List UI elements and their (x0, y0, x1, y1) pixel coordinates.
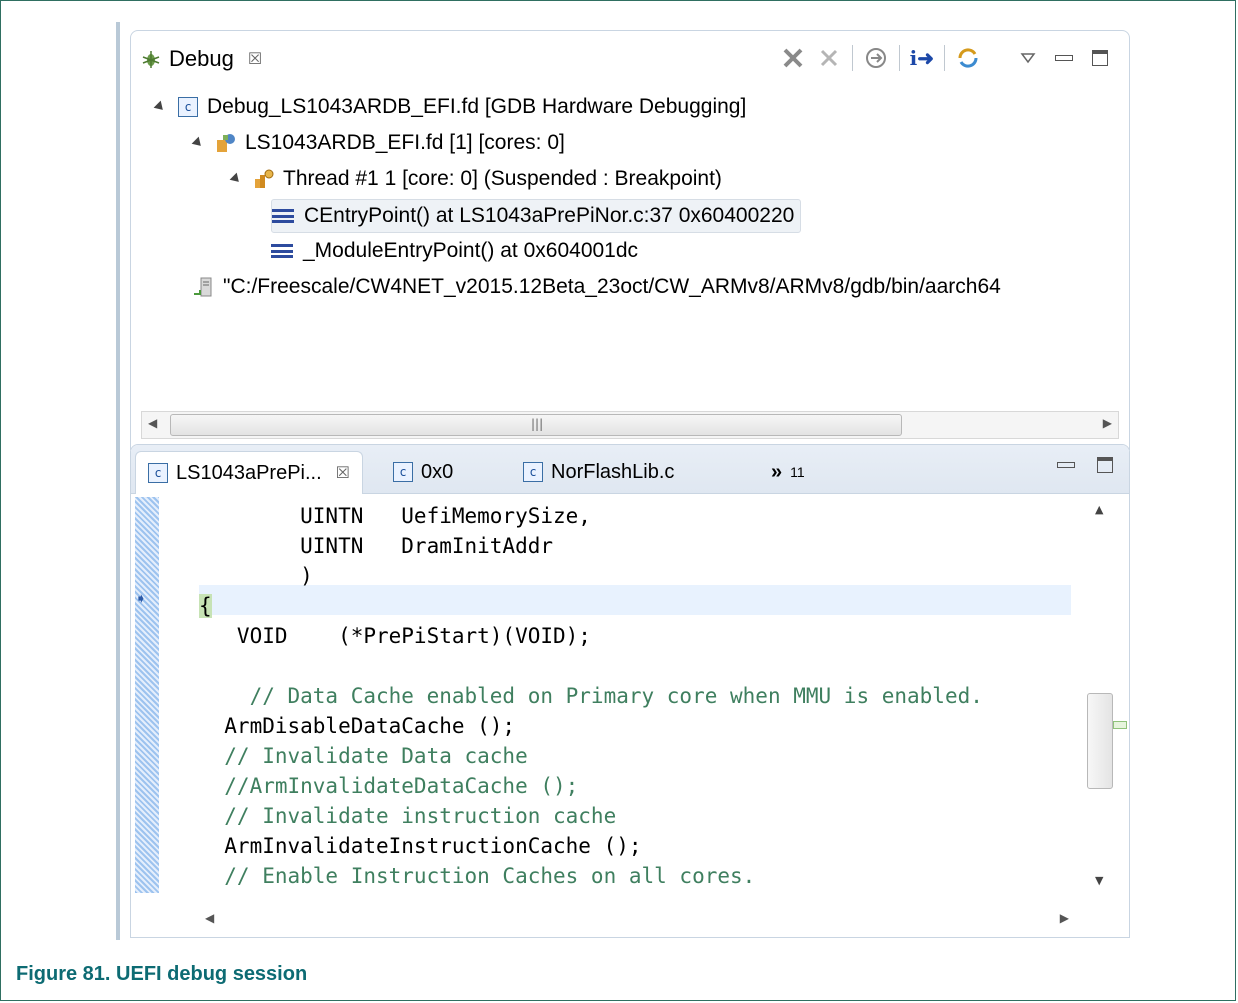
editor-horizontal-scrollbar[interactable]: ◀ ▶ (199, 907, 1075, 929)
code-line: VOID (*PrePiStart)(VOID); (199, 624, 591, 648)
editor-window-controls (1057, 457, 1113, 473)
tab-norflashlib[interactable]: c NorFlashLib.c (523, 453, 674, 491)
grip-icon: ||| (531, 417, 544, 431)
stack-frame-icon (271, 244, 293, 258)
expand-arrow-icon[interactable] (153, 100, 167, 114)
connect-icon[interactable] (863, 45, 889, 71)
overflow-count: 11 (790, 464, 805, 480)
tab-label: 0x0 (421, 460, 454, 483)
scroll-left-icon[interactable]: ◀ (205, 911, 214, 925)
chevron-icon: » (771, 460, 783, 483)
gdb-process-icon (193, 276, 215, 298)
tree-item-label: "C:/Freescale/CW4NET_v2015.12Beta_23oct/… (223, 275, 1001, 298)
toolbar-separator (898, 45, 900, 71)
scrollbar-thumb[interactable]: ||| (170, 414, 902, 436)
code-comment: // Invalidate Data cache (199, 744, 528, 768)
annotation-marker[interactable] (1113, 721, 1127, 729)
tab-label: NorFlashLib.c (551, 460, 675, 483)
expand-arrow-icon[interactable] (229, 172, 243, 186)
c-file-icon: c (393, 462, 413, 482)
tree-item-gdb-process[interactable]: "C:/Freescale/CW4NET_v2015.12Beta_23oct/… (193, 271, 1001, 303)
code-area[interactable]: UINTN UefiMemorySize, UINTN DramInitAddr… (199, 501, 983, 891)
debug-view: Debug ☒ i➜ c Debug_LS1043ARDB_EFI.fd [GD… (130, 30, 1130, 450)
horizontal-scrollbar[interactable]: ◀ ||| ▶ (141, 411, 1119, 439)
minimize-icon[interactable] (1057, 462, 1075, 468)
tab-ls1043aprepi[interactable]: c LS1043aPrePi... ☒ (135, 451, 363, 494)
tab-debug-label: Debug (169, 46, 234, 71)
maximize-icon[interactable] (1097, 457, 1113, 473)
code-line: ) (199, 564, 313, 588)
code-line: ArmInvalidateInstructionCache (); (199, 834, 642, 858)
tree-item-process[interactable]: LS1043ARDB_EFI.fd [1] [cores: 0] (191, 127, 565, 159)
code-editor: c LS1043aPrePi... ☒ c 0x0 c NorFlashLib.… (130, 444, 1130, 938)
code-line: ​ (199, 651, 983, 681)
tab-0x0[interactable]: c 0x0 (393, 453, 453, 491)
tree-item-label: CEntryPoint() at LS1043aPrePiNor.c:37 0x… (304, 204, 795, 227)
view-menu-icon[interactable] (1015, 45, 1041, 71)
code-line-current: { (199, 591, 983, 621)
scrollbar-thumb[interactable] (1087, 693, 1113, 789)
remove-terminated-icon[interactable] (780, 45, 806, 71)
tab-label: LS1043aPrePi... (176, 461, 322, 484)
tree-item-thread[interactable]: Thread #1 1 [core: 0] (Suspended : Break… (229, 163, 722, 195)
toolbar-separator (944, 45, 945, 71)
editor-tab-bar: c LS1043aPrePi... ☒ c 0x0 c NorFlashLib.… (131, 445, 1129, 494)
scroll-left-icon[interactable]: ◀ (148, 416, 157, 430)
thread-icon (253, 168, 275, 190)
bug-icon (142, 51, 160, 68)
c-launch-icon: c (177, 96, 199, 118)
tree-item-label: Thread #1 1 [core: 0] (Suspended : Break… (283, 167, 722, 190)
tree-item-stack-frame-selected[interactable]: CEntryPoint() at LS1043aPrePiNor.c:37 0x… (271, 199, 802, 233)
tab-debug[interactable]: Debug ☒ (141, 45, 262, 73)
code-comment: // Enable Instruction Caches on all core… (199, 864, 756, 888)
instruction-pointer-icon: ➧ (135, 591, 147, 607)
remove-all-terminated-icon[interactable] (816, 45, 842, 71)
overview-ruler (135, 497, 159, 893)
scroll-right-icon[interactable]: ▶ (1060, 911, 1069, 925)
tree-item-label: _ModuleEntryPoint() at 0x604001dc (303, 239, 639, 262)
scroll-up-icon[interactable]: ▲ (1095, 503, 1103, 516)
scroll-right-icon[interactable]: ▶ (1103, 416, 1112, 430)
minimize-icon[interactable] (1051, 45, 1077, 71)
eclipse-window: Debug ☒ i➜ c Debug_LS1043ARDB_EFI.fd [GD… (116, 22, 1135, 940)
vertical-scrollbar[interactable]: ▲ ▼ (1087, 501, 1113, 889)
code-comment: // Data Cache enabled on Primary core wh… (199, 684, 983, 708)
maximize-icon[interactable] (1087, 45, 1113, 71)
tree-item-stack-frame[interactable]: _ModuleEntryPoint() at 0x604001dc (271, 235, 638, 267)
matching-brace: { (199, 594, 212, 618)
c-file-icon: c (523, 462, 543, 482)
process-icon (215, 132, 237, 154)
expand-arrow-icon[interactable] (191, 136, 205, 150)
code-line: UINTN DramInitAddr (199, 534, 554, 558)
c-file-icon: c (148, 463, 168, 483)
tree-item-label: LS1043ARDB_EFI.fd [1] [cores: 0] (245, 131, 565, 154)
code-comment: //ArmInvalidateDataCache (); (199, 774, 579, 798)
tree-item-launch[interactable]: c Debug_LS1043ARDB_EFI.fd [GDB Hardware … (153, 91, 747, 123)
stack-frame-icon (272, 209, 294, 223)
code-line: UINTN UefiMemorySize, (199, 504, 591, 528)
toolbar-separator (851, 45, 853, 71)
instruction-stepping-icon[interactable]: i➜ (910, 46, 934, 70)
tree-item-label: Debug_LS1043ARDB_EFI.fd [GDB Hardware De… (207, 95, 747, 118)
tab-overflow-button[interactable]: » 11 (771, 453, 805, 491)
scroll-down-icon[interactable]: ▼ (1095, 874, 1103, 887)
reset-icon[interactable] (955, 45, 981, 71)
code-line: ArmDisableDataCache (); (199, 714, 516, 738)
debug-toolbar: i➜ (780, 43, 1113, 73)
close-icon[interactable]: ☒ (248, 49, 262, 69)
figure-caption: Figure 81. UEFI debug session (16, 963, 308, 985)
code-comment: // Invalidate instruction cache (199, 804, 617, 828)
close-icon[interactable]: ☒ (336, 463, 350, 483)
